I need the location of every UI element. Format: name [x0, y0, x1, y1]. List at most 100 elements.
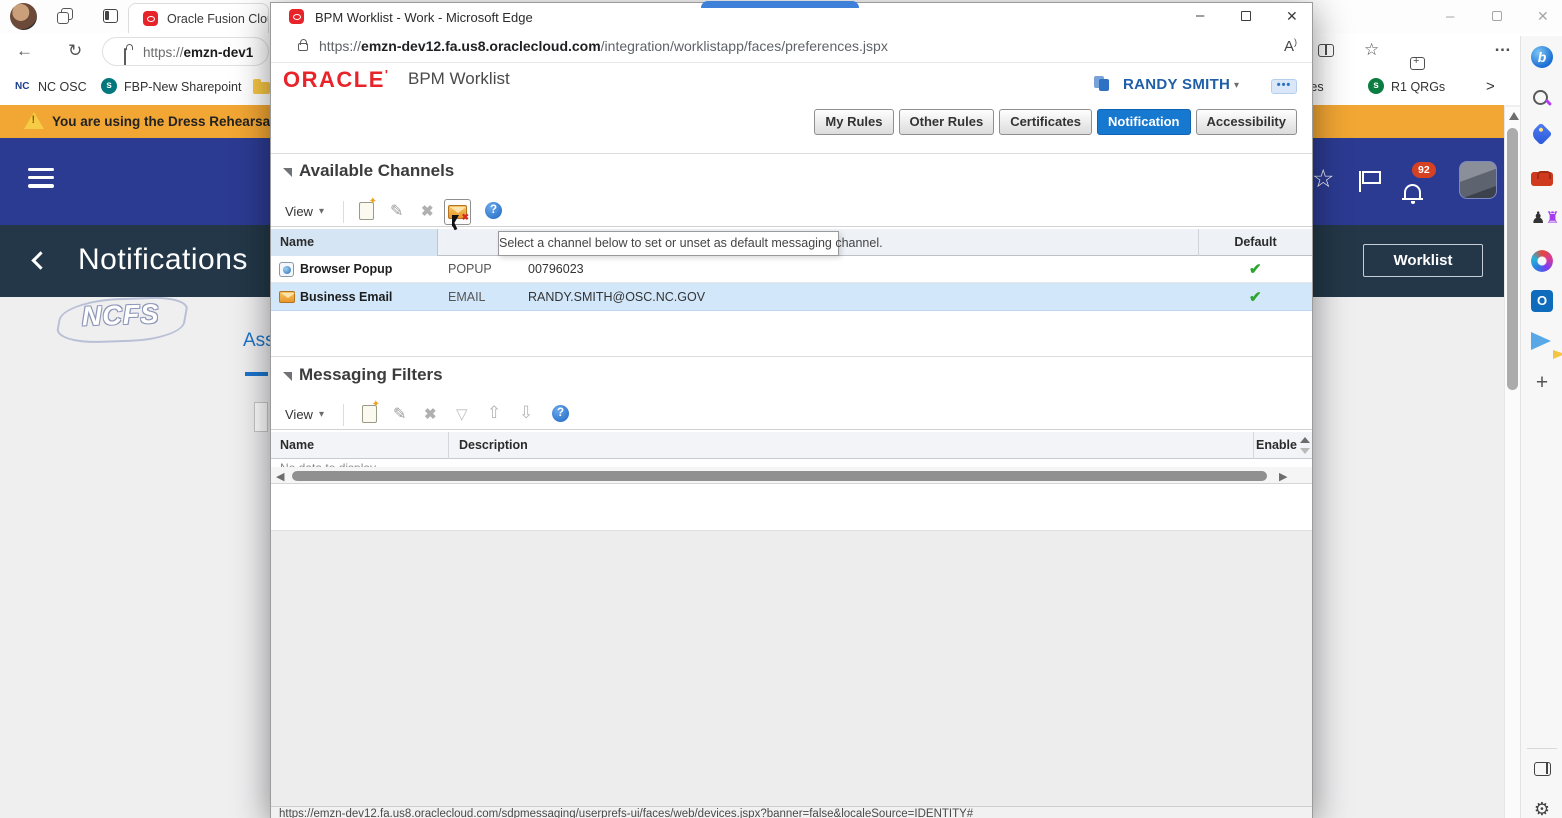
filters-col-enable[interactable]: Enable: [1254, 432, 1299, 459]
tab-other-rules[interactable]: Other Rules: [899, 109, 995, 135]
filters-col-name[interactable]: Name: [271, 432, 449, 459]
move-up-icon[interactable]: ⇧: [487, 403, 501, 423]
hscroll-right-icon[interactable]: ▶: [1279, 470, 1287, 483]
popup-maximize-button[interactable]: [1241, 11, 1251, 21]
flag-icon[interactable]: [1362, 171, 1381, 184]
bg-browser-tab[interactable]: Oracle Fusion Clou: [128, 3, 269, 33]
mouse-cursor: [452, 215, 459, 227]
bg-input-sliver: [254, 402, 268, 432]
bookmarks-overflow-chevron[interactable]: >: [1486, 78, 1495, 95]
page-scrollbar-thumb[interactable]: [1507, 128, 1518, 390]
bookmark-r1-qrgs[interactable]: R1 QRGs: [1391, 80, 1445, 94]
sort-ascending-icon[interactable]: [1300, 437, 1310, 443]
tab-notification[interactable]: Notification: [1097, 109, 1191, 135]
filter-funnel-icon[interactable]: ▽: [456, 405, 468, 423]
bg-close-button[interactable]: ✕: [1537, 8, 1549, 25]
channel-row-browser-popup[interactable]: Browser Popup POPUP 00796023 ✔: [271, 256, 1312, 283]
delete-icon[interactable]: ✖: [421, 202, 434, 220]
delete-icon[interactable]: ✖: [424, 405, 437, 423]
back-icon[interactable]: ←: [16, 41, 33, 61]
favorites-icon[interactable]: ☆: [1312, 164, 1334, 194]
bg-address-bar[interactable]: https://emzn-dev1: [102, 37, 269, 66]
caret-down-icon: ▾: [319, 206, 324, 217]
sidebar-panel-icon[interactable]: [1534, 762, 1551, 776]
bookmark-nc-osc[interactable]: NC OSC: [38, 80, 87, 94]
sort-descending-icon[interactable]: [1300, 448, 1310, 454]
hscroll-left-icon[interactable]: ◀: [276, 470, 284, 483]
scrollbar-up-arrow[interactable]: [1509, 112, 1519, 120]
help-icon[interactable]: ?: [552, 405, 569, 422]
browser-profile-avatar[interactable]: [10, 3, 37, 30]
tools-icon[interactable]: [1531, 172, 1553, 186]
logged-in-user[interactable]: RANDY SMITH: [1123, 76, 1230, 93]
workspaces-icon[interactable]: [57, 8, 74, 25]
oracle-favicon: [289, 9, 304, 24]
oracle-favicon: [143, 11, 158, 26]
collapse-triangle-icon[interactable]: [283, 372, 292, 381]
filters-col-description[interactable]: Description: [449, 432, 1254, 459]
popup-address-bar[interactable]: https://emzn-dev12.fa.us8.oraclecloud.co…: [271, 31, 1312, 63]
outlook-icon[interactable]: O: [1531, 290, 1553, 312]
user-connections-icon: [1094, 76, 1110, 92]
lock-icon: [124, 48, 126, 66]
browser-popup-icon: [279, 262, 294, 277]
sharepoint-icon: s: [101, 78, 117, 94]
tab-accessibility[interactable]: Accessibility: [1196, 109, 1298, 135]
help-icon[interactable]: ?: [485, 202, 502, 219]
popup-close-button[interactable]: ✕: [1286, 8, 1298, 25]
bg-minimize-button[interactable]: –: [1446, 8, 1454, 25]
view-menu[interactable]: View: [285, 407, 313, 422]
tab-my-rules[interactable]: My Rules: [814, 109, 893, 135]
create-channel-icon[interactable]: [359, 202, 374, 220]
status-url-text: https://emzn-dev12.fa.us8.oraclecloud.co…: [279, 808, 973, 818]
move-down-icon[interactable]: ⇩: [519, 403, 533, 423]
drop-paper-plane-icon[interactable]: [1531, 332, 1551, 350]
tab-actions-icon[interactable]: [103, 9, 118, 23]
immersive-reader-icon[interactable]: A): [1284, 37, 1297, 55]
user-avatar[interactable]: [1459, 161, 1497, 199]
default-check-icon: ✔: [1249, 288, 1262, 306]
add-sidebar-item-icon[interactable]: +: [1531, 372, 1553, 394]
popup-window-title: BPM Worklist - Work - Microsoft Edge: [315, 10, 533, 25]
create-filter-icon[interactable]: [362, 405, 377, 423]
worklist-button[interactable]: Worklist: [1363, 244, 1483, 277]
edit-icon[interactable]: ✎: [390, 201, 403, 221]
edit-icon[interactable]: ✎: [393, 404, 406, 424]
tab-underline: [245, 372, 268, 376]
user-menu-caret-icon[interactable]: ▾: [1234, 80, 1239, 91]
microsoft365-icon[interactable]: [1531, 250, 1553, 272]
popup-tab-accent: [701, 1, 859, 8]
settings-more-icon[interactable]: …: [1494, 36, 1511, 56]
favorites-star-icon[interactable]: ☆: [1364, 40, 1379, 60]
copilot-bing-icon[interactable]: b: [1531, 46, 1553, 68]
section-divider: [271, 356, 1312, 357]
channels-col-default[interactable]: Default: [1198, 229, 1312, 256]
hamburger-menu-icon[interactable]: [28, 168, 54, 193]
filters-header-row: Name Description Enable: [271, 432, 1312, 459]
split-screen-icon[interactable]: [1318, 44, 1334, 57]
default-channel-tooltip: Select a channel below to set or unset a…: [498, 231, 839, 256]
bookmark-fbp-sharepoint[interactable]: FBP-New Sharepoint: [124, 80, 241, 94]
channels-col-name[interactable]: Name: [271, 229, 438, 256]
bg-maximize-button[interactable]: [1492, 11, 1502, 21]
tab-certificates[interactable]: Certificates: [999, 109, 1092, 135]
popup-minimize-button[interactable]: –: [1196, 7, 1204, 24]
notifications-bell-icon[interactable]: [1404, 184, 1421, 198]
games-chess-icon[interactable]: ♟♜: [1531, 208, 1553, 230]
refresh-icon[interactable]: ↻: [68, 41, 82, 61]
bpm-worklist-popup-window: BPM Worklist - Work - Microsoft Edge – ✕…: [270, 2, 1313, 818]
gear-icon[interactable]: ⚙: [1531, 798, 1553, 818]
bookmark-folder-icon[interactable]: [253, 82, 270, 94]
back-chevron-icon[interactable]: [31, 251, 49, 269]
view-menu[interactable]: View: [285, 204, 313, 219]
search-icon[interactable]: [1531, 88, 1553, 110]
oracle-logo: ORACLE': [283, 67, 389, 93]
collections-icon[interactable]: [1410, 57, 1425, 70]
hscrollbar-thumb[interactable]: [292, 471, 1267, 481]
collapse-triangle-icon[interactable]: [283, 168, 292, 177]
screen: Oracle Fusion Clou – ✕ ← ↻ https://emzn-…: [0, 0, 1562, 818]
hscrollbar-track[interactable]: ◀ ▶: [271, 467, 1312, 484]
channel-row-business-email[interactable]: Business Email EMAIL RANDY.SMITH@OSC.NC.…: [271, 283, 1312, 311]
shopping-tag-icon[interactable]: [1530, 123, 1553, 146]
global-more-button[interactable]: •••: [1271, 79, 1297, 94]
